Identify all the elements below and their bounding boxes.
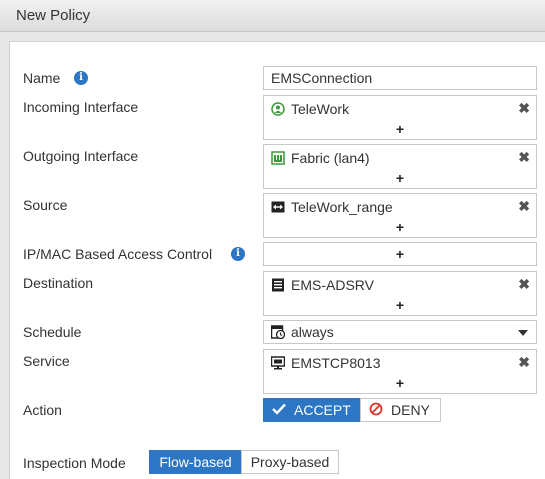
address-range-icon — [271, 200, 285, 214]
remove-icon[interactable]: ✖ — [518, 198, 530, 215]
remove-icon[interactable]: ✖ — [518, 100, 530, 117]
name-input[interactable]: EMSConnection — [263, 66, 537, 90]
accept-button[interactable]: ACCEPT — [263, 398, 361, 422]
inspection-mode-label: Inspection Mode — [23, 455, 126, 471]
port-icon — [271, 151, 285, 165]
name-value: EMSConnection — [271, 70, 373, 86]
incoming-interface-entry: TeleWork — [271, 100, 349, 118]
incoming-interface-label: Incoming Interface — [23, 99, 139, 115]
schedule-label: Schedule — [23, 324, 82, 340]
source-field[interactable]: TeleWork_range ✖ + — [263, 193, 537, 238]
page-title: New Policy — [16, 7, 91, 24]
outgoing-interface-entry: Fabric (lan4) — [271, 149, 370, 167]
info-icon[interactable]: i — [74, 71, 88, 85]
address-icon — [271, 278, 285, 292]
incoming-interface-field[interactable]: TeleWork ✖ + — [263, 95, 537, 140]
name-label: Name — [23, 70, 61, 86]
ipmac-field[interactable]: + — [263, 242, 537, 266]
source-entry: TeleWork_range — [271, 198, 393, 216]
action-label: Action — [23, 402, 62, 418]
deny-button[interactable]: DENY — [360, 398, 441, 422]
remote-user-icon — [271, 102, 285, 116]
flow-based-button[interactable]: Flow-based — [149, 450, 242, 474]
proxy-based-button[interactable]: Proxy-based — [241, 450, 339, 474]
ipmac-label: IP/MAC Based Access Control — [23, 246, 213, 262]
source-label: Source — [23, 197, 68, 213]
add-icon[interactable]: + — [264, 375, 536, 391]
add-icon[interactable]: + — [264, 297, 536, 313]
add-icon[interactable]: + — [264, 170, 536, 186]
add-icon[interactable]: + — [264, 121, 536, 137]
remove-icon[interactable]: ✖ — [518, 354, 530, 371]
outgoing-interface-label: Outgoing Interface — [23, 148, 139, 164]
accept-label: ACCEPT — [294, 402, 351, 418]
destination-label: Destination — [23, 275, 94, 291]
destination-field[interactable]: EMS-ADSRV ✖ + — [263, 271, 537, 316]
schedule-icon — [270, 325, 286, 340]
schedule-select[interactable]: always — [263, 320, 537, 344]
check-icon — [272, 402, 286, 418]
action-toggle: ACCEPT DENY — [263, 398, 441, 422]
service-entry: EMSTCP8013 — [270, 354, 380, 372]
service-field[interactable]: EMSTCP8013 ✖ + — [263, 349, 537, 394]
deny-label: DENY — [391, 402, 430, 418]
destination-entry: EMS-ADSRV — [271, 276, 374, 294]
inspection-mode-toggle: Flow-based Proxy-based — [149, 450, 339, 474]
deny-icon — [369, 402, 383, 419]
add-icon[interactable]: + — [264, 219, 536, 235]
chevron-down-icon[interactable] — [518, 330, 528, 336]
remove-icon[interactable]: ✖ — [518, 149, 530, 166]
remove-icon[interactable]: ✖ — [518, 276, 530, 293]
title-bar: New Policy — [0, 0, 545, 32]
outgoing-interface-field[interactable]: Fabric (lan4) ✖ + — [263, 144, 537, 189]
info-icon[interactable]: i — [231, 247, 245, 261]
service-icon — [270, 356, 286, 370]
schedule-value: always — [270, 324, 334, 340]
add-icon[interactable]: + — [264, 246, 536, 262]
service-label: Service — [23, 353, 70, 369]
